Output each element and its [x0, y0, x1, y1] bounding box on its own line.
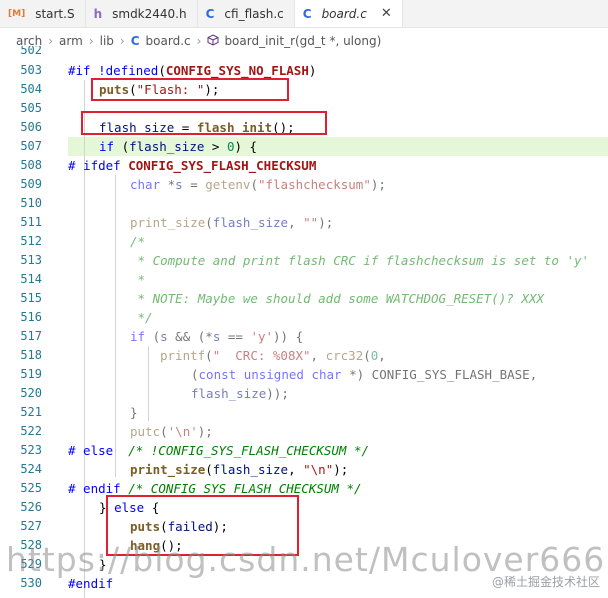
code-line: # else /* !CONFIG_SYS_FLASH_CHECKSUM */: [68, 443, 370, 458]
line-number: 509: [20, 177, 42, 191]
tab-label: start.S: [35, 6, 75, 21]
c-file-icon: C: [130, 34, 140, 48]
breadcrumb: arch › arm › lib › C board.c › board_ini…: [0, 28, 608, 54]
code-line: print_size(flash_size, "\n");: [130, 462, 349, 477]
code-line: char *s = getenv("flashchecksum");: [130, 177, 386, 192]
editor-tab-bar: [M] start.S h smdk2440.h C cfi_flash.c C…: [0, 0, 608, 28]
line-number: 519: [20, 367, 42, 381]
chevron-right-icon: ›: [48, 34, 54, 48]
tab-label: cfi_flash.c: [224, 6, 284, 21]
line-number: 512: [20, 234, 42, 248]
code-line: flash_size));: [191, 386, 289, 401]
line-number: 502: [20, 46, 42, 54]
close-icon[interactable]: ✕: [381, 6, 392, 21]
cube-icon: [207, 33, 219, 49]
header-file-icon: h: [93, 6, 103, 21]
code-comment: */: [130, 310, 153, 325]
indent-guide: [115, 175, 116, 477]
breadcrumb-file[interactable]: board.c: [146, 34, 191, 48]
breadcrumb-item[interactable]: lib: [100, 34, 114, 48]
line-number: 504: [20, 82, 42, 96]
code-line: # ifdef CONFIG_SYS_FLASH_CHECKSUM: [68, 158, 317, 173]
line-number: 514: [20, 272, 42, 286]
breadcrumb-item[interactable]: arm: [59, 34, 83, 48]
line-number: 507: [20, 139, 42, 153]
tab-cfi-flash-c[interactable]: C cfi_flash.c: [198, 0, 295, 27]
chevron-right-icon: ›: [119, 34, 125, 48]
line-number: 518: [20, 348, 42, 362]
code-line: (const unsigned char *) CONFIG_SYS_FLASH…: [191, 367, 538, 382]
line-number: 510: [20, 196, 42, 210]
line-number: 526: [20, 500, 42, 514]
line-number: 527: [20, 519, 42, 533]
code-line: putc('\n');: [130, 424, 213, 439]
indent-guide: [148, 346, 149, 421]
asm-file-icon: [M]: [8, 8, 26, 19]
breadcrumb-symbol[interactable]: board_init_r(gd_t *, ulong): [224, 34, 381, 48]
line-number: 524: [20, 462, 42, 476]
line-number: 521: [20, 405, 42, 419]
tab-label: board.c: [321, 6, 367, 21]
line-number: 525: [20, 481, 42, 495]
line-number: 513: [20, 253, 42, 267]
code-comment: * Compute and print flash CRC if flashch…: [130, 253, 590, 268]
tab-start-s[interactable]: [M] start.S: [0, 0, 86, 27]
code-line: if (s && (*s == 'y')) {: [130, 329, 304, 344]
line-number: 523: [20, 443, 42, 457]
line-number: 506: [20, 120, 42, 134]
tab-label: smdk2440.h: [112, 6, 187, 21]
tab-smdk2440-h[interactable]: h smdk2440.h: [86, 0, 198, 27]
code-line: printf(" CRC: %08X", crc32(0,: [160, 348, 386, 363]
line-number: 515: [20, 291, 42, 305]
code-comment: /*: [130, 234, 146, 249]
line-number: 508: [20, 158, 42, 172]
c-file-icon: C: [302, 6, 312, 21]
c-file-icon: C: [205, 6, 215, 21]
credit-text: @稀土掘金技术社区: [491, 575, 600, 589]
code-line: if (flash_size > 0) {: [99, 139, 258, 154]
code-line: print_size(flash_size, "");: [130, 215, 334, 230]
line-number: 516: [20, 310, 42, 324]
annotation-box-flash-init: [81, 111, 327, 135]
code-comment: *: [130, 272, 146, 287]
line-number: 503: [20, 63, 42, 77]
line-number: 522: [20, 424, 42, 438]
tab-board-c[interactable]: C board.c ✕: [294, 0, 403, 27]
code-comment: * NOTE: Maybe we should add some WATCHDO…: [130, 291, 544, 306]
code-line: }: [130, 405, 138, 420]
line-number: 517: [20, 329, 42, 343]
line-number: 511: [20, 215, 42, 229]
line-number: 505: [20, 101, 42, 115]
chevron-right-icon: ›: [88, 34, 94, 48]
annotation-box-puts: [91, 78, 289, 101]
chevron-right-icon: ›: [196, 34, 202, 48]
line-number: 520: [20, 386, 42, 400]
